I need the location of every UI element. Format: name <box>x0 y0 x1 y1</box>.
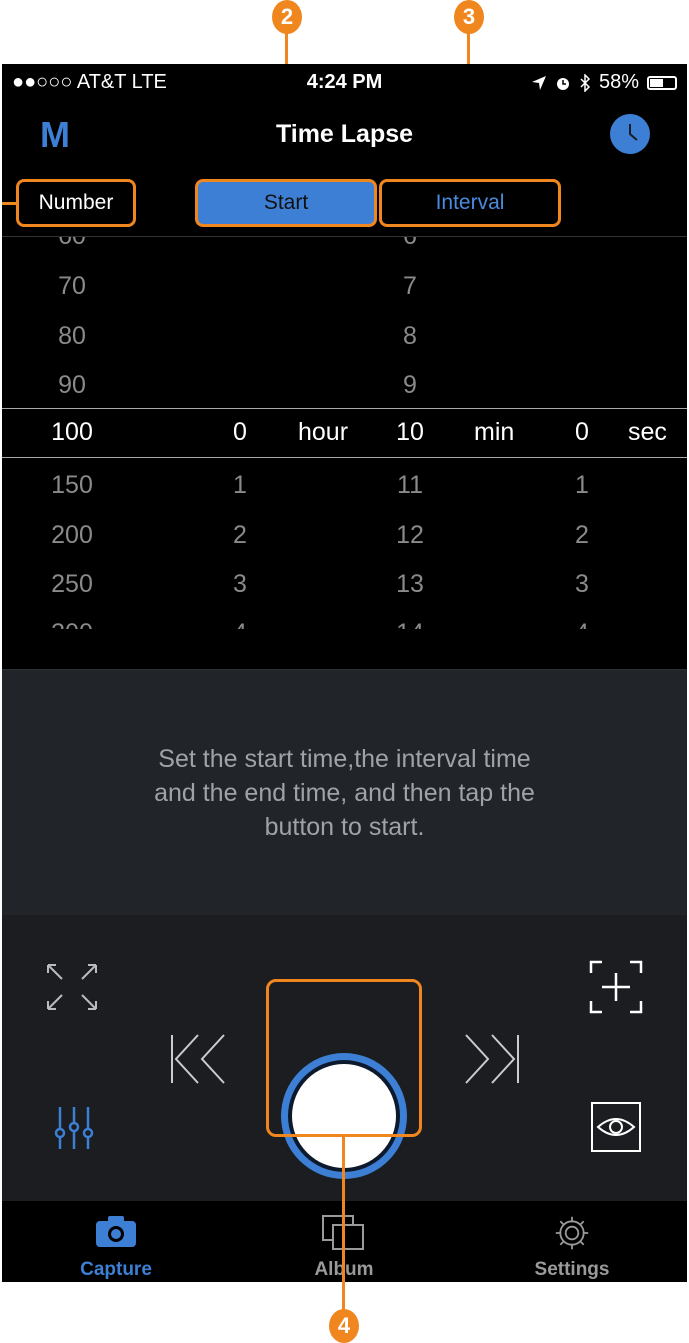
mode-tabs: Number Start Interval <box>2 170 687 236</box>
picker-row[interactable]: 200 2 12 2 <box>2 511 687 561</box>
camera-icon <box>96 1216 136 1247</box>
instruction-panel: Set the start time,the interval time and… <box>2 669 687 916</box>
fullscreen-icon[interactable] <box>42 959 102 1015</box>
tab-capture[interactable]: Capture <box>46 1215 186 1281</box>
focus-add-icon[interactable] <box>588 959 644 1015</box>
alarm-icon <box>556 77 569 90</box>
nav-bar: M Time Lapse <box>2 100 687 170</box>
location-arrow-icon <box>531 75 546 90</box>
status-bar: ●●○○○ AT&T LTE 4:24 PM 58% <box>2 64 687 100</box>
sliders-icon[interactable] <box>52 1105 96 1151</box>
callout-3: 3 <box>454 0 484 34</box>
callout-2: 2 <box>272 0 302 34</box>
tab-interval[interactable]: Interval <box>379 179 561 227</box>
picker-row[interactable]: 80 8 <box>2 312 687 362</box>
page-title: Time Lapse <box>275 120 414 148</box>
preview-eye-icon[interactable] <box>590 1101 642 1153</box>
selected-hour[interactable]: 0 <box>220 418 260 447</box>
battery-percent: 58% <box>598 71 639 93</box>
selected-min[interactable]: 10 <box>388 418 432 447</box>
callout-4: 4 <box>329 1309 359 1343</box>
bluetooth-icon <box>580 73 591 92</box>
clock-icon[interactable] <box>610 114 650 154</box>
time-picker[interactable]: 60 6 70 7 80 8 90 9 100 0 hour 10 min 0 sec … <box>2 236 687 670</box>
selected-sec[interactable]: 0 <box>562 418 602 447</box>
fast-forward-icon[interactable] <box>460 1031 524 1087</box>
hour-label: hour <box>298 418 349 446</box>
picker-row[interactable]: 60 6 <box>2 237 687 262</box>
status-right: 58% <box>531 71 677 94</box>
gear-icon <box>555 1216 589 1250</box>
instruction-text: Set the start time,the interval time and… <box>154 745 535 841</box>
callout-1-line <box>2 202 16 205</box>
callout-4-box <box>266 979 422 1137</box>
tab-settings[interactable]: Settings <box>502 1215 642 1281</box>
picker-row[interactable]: 70 7 <box>2 262 687 312</box>
min-label: min <box>474 418 515 446</box>
tab-settings-label: Settings <box>534 1259 610 1280</box>
picker-selected-row[interactable]: 100 0 hour 10 min 0 sec <box>2 408 687 458</box>
tab-start[interactable]: Start <box>195 179 377 227</box>
callout-4-line <box>342 1136 345 1316</box>
tab-number[interactable]: Number <box>16 179 136 227</box>
selected-number[interactable]: 100 <box>46 418 98 447</box>
picker-row[interactable]: 3004144 <box>2 609 687 629</box>
picker-row[interactable]: 150 1 11 1 <box>2 461 687 511</box>
picker-row[interactable]: 90 9 <box>2 361 687 411</box>
rewind-icon[interactable] <box>166 1031 230 1087</box>
tab-capture-label: Capture <box>80 1259 152 1280</box>
sec-label: sec <box>628 418 667 446</box>
picker-row[interactable]: 250 3 13 3 <box>2 560 687 610</box>
battery-icon <box>647 75 677 90</box>
